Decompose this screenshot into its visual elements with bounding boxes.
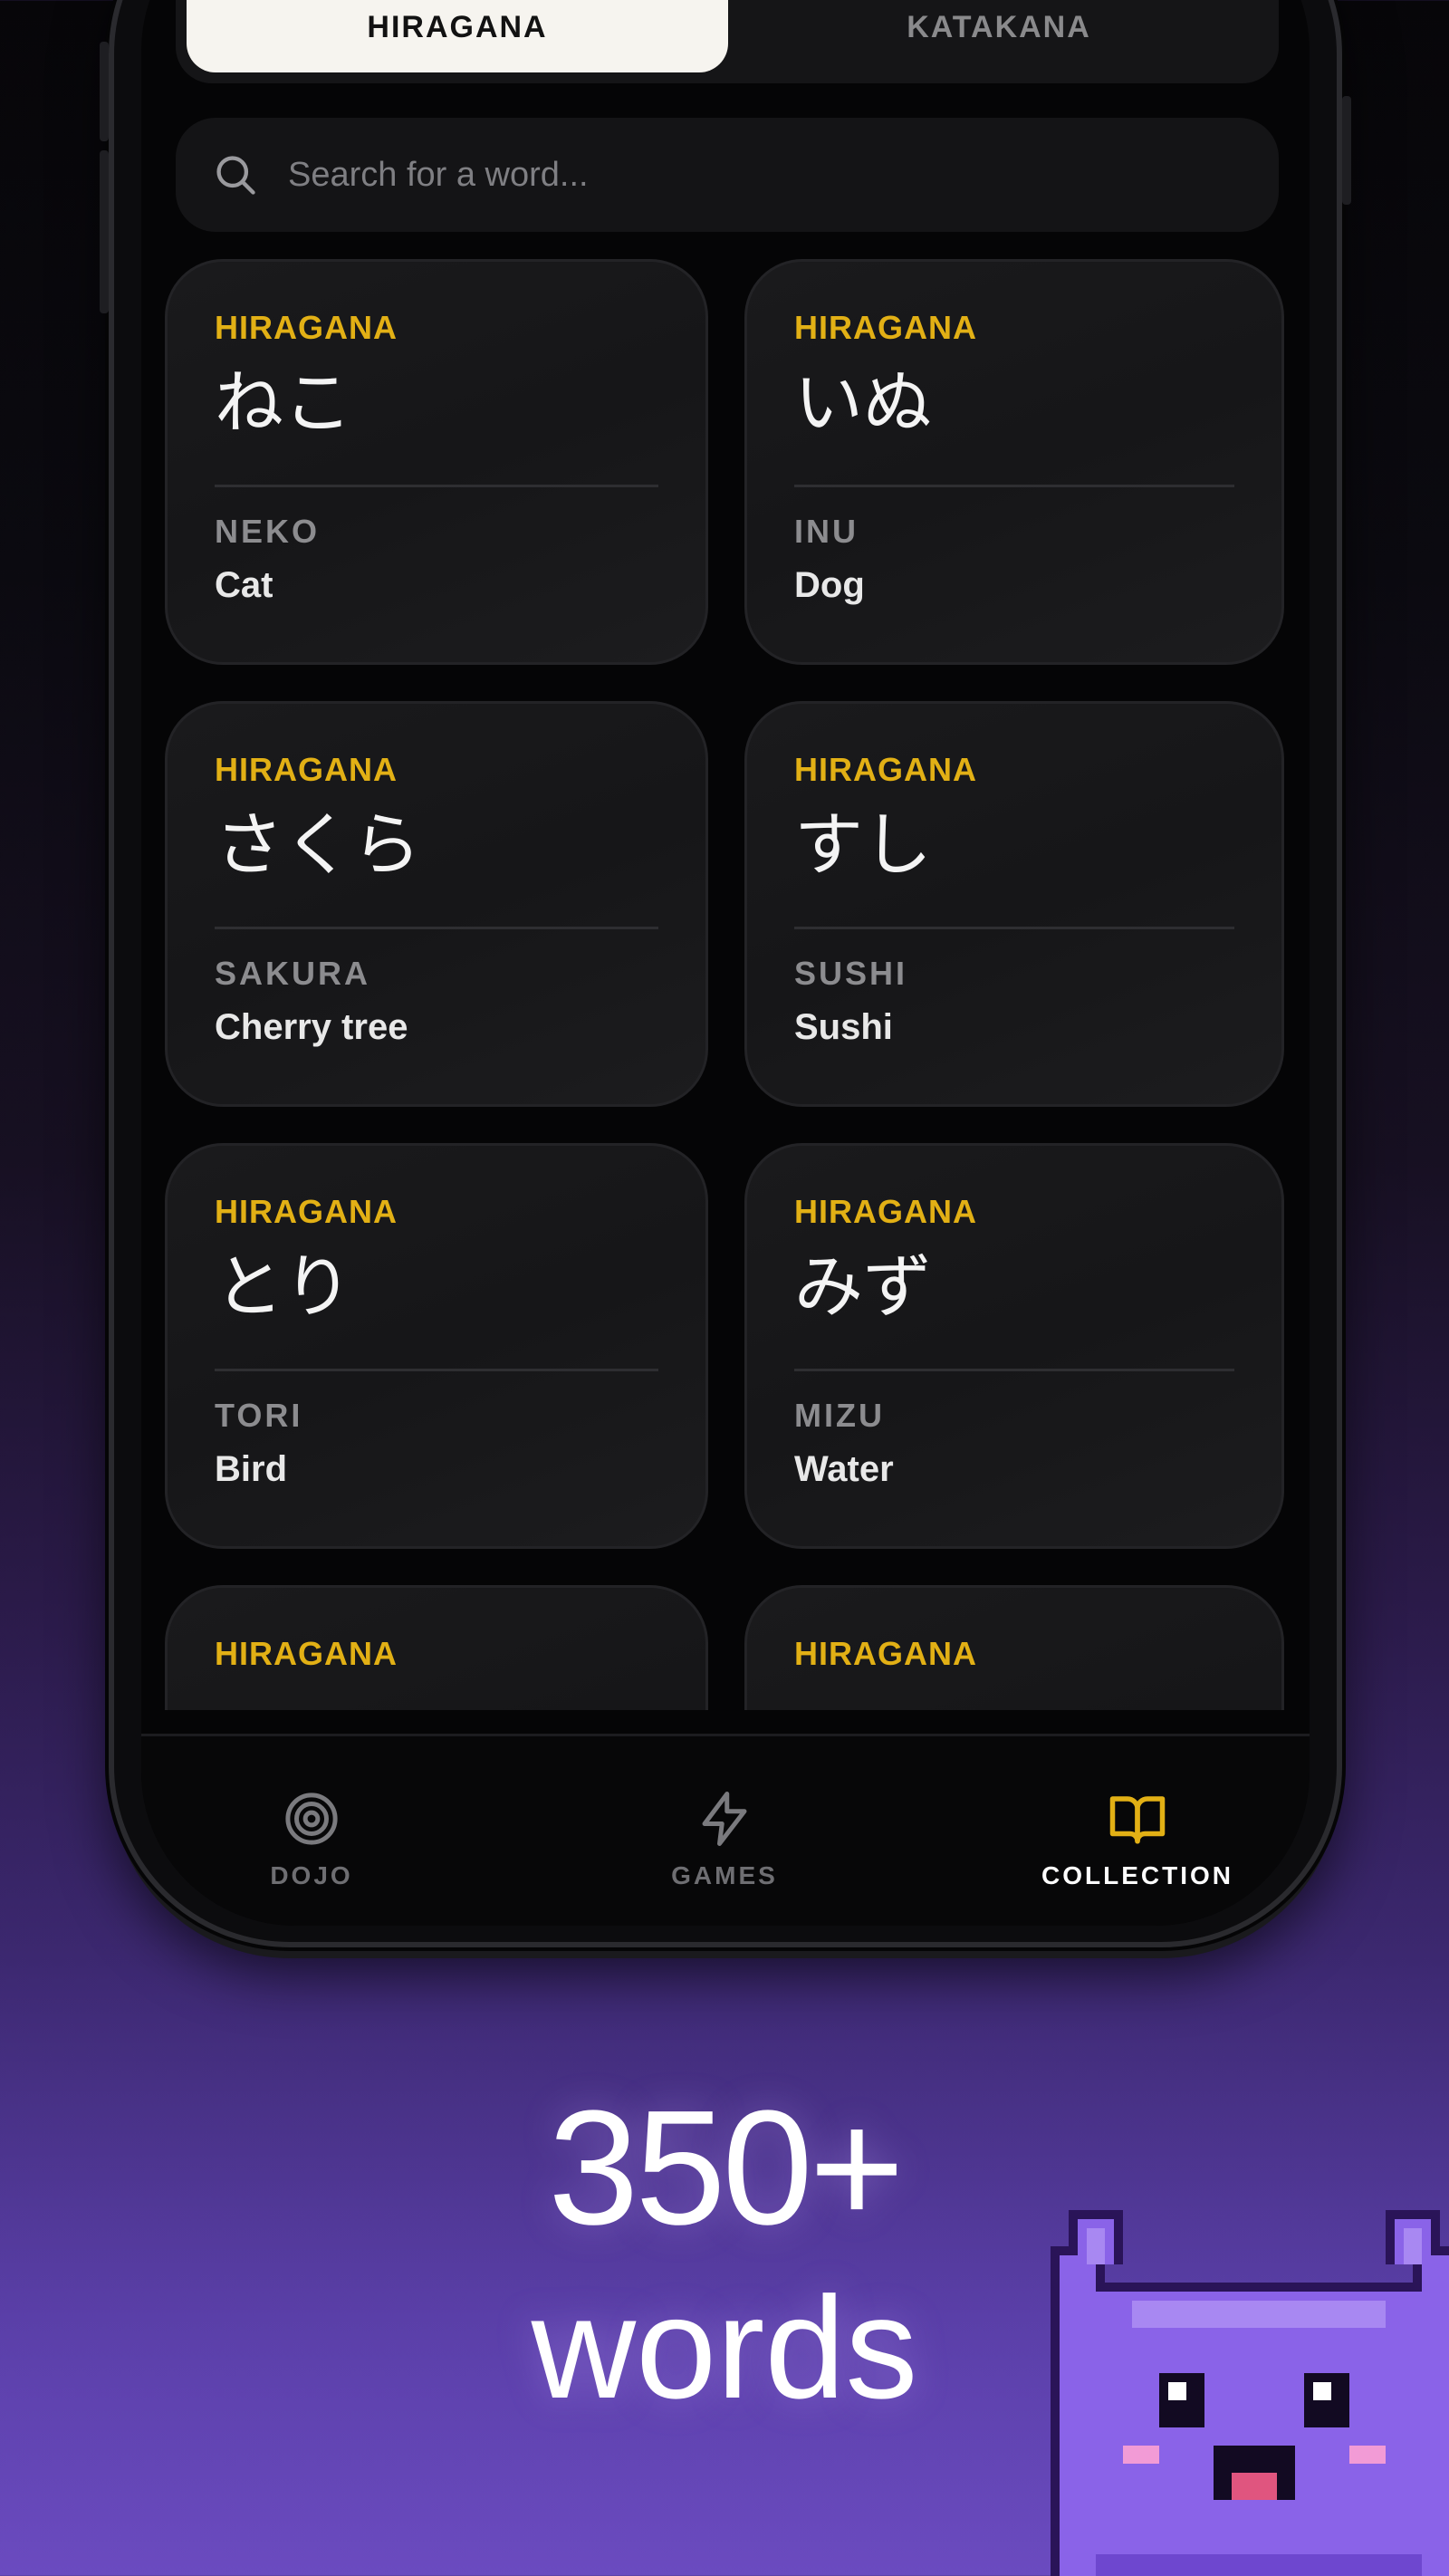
card-script-tag: HIRAGANA [215, 1193, 398, 1230]
search-input[interactable] [288, 155, 1103, 195]
tab-katakana-label: KATAKANA [907, 10, 1091, 44]
mascot-illustration [1051, 2210, 1449, 2576]
card-romaji: SAKURA [215, 955, 371, 992]
card-script-tag: HIRAGANA [215, 1635, 398, 1672]
card-script-tag: HIRAGANA [794, 751, 977, 788]
card-kana: すし [794, 804, 932, 885]
card-kana: とり [215, 1246, 352, 1327]
card-script-tag: HIRAGANA [794, 1193, 977, 1230]
card-romaji: NEKO [215, 513, 321, 550]
card-script-tag: HIRAGANA [794, 309, 977, 346]
book-icon [1109, 1796, 1166, 1844]
card-divider [215, 927, 658, 929]
word-card[interactable]: HIRAGANA [165, 1585, 708, 1710]
card-meaning: Sushi [794, 1007, 893, 1047]
phone-frame: HIRAGANA KATAKANA HIRAGANA ねこ NEKO Cat [100, 0, 1351, 1947]
card-meaning: Dog [794, 565, 865, 605]
nav-label-games: GAMES [671, 1861, 778, 1889]
script-switcher: HIRAGANA KATAKANA [176, 0, 1279, 83]
word-card[interactable]: HIRAGANA [744, 1585, 1284, 1710]
card-kana: さくら [215, 804, 421, 885]
card-meaning: Water [794, 1449, 894, 1489]
nav-item-dojo[interactable]: DOJO [176, 1789, 447, 1890]
nav-item-games[interactable]: GAMES [589, 1789, 860, 1890]
card-kana: いぬ [794, 362, 932, 443]
word-card[interactable]: HIRAGANA さくら SAKURA Cherry tree [165, 701, 708, 1107]
tab-hiragana-label: HIRAGANA [367, 10, 548, 44]
bottom-nav: DOJO GAMES COLLECTION [141, 1734, 1310, 1926]
app-screen: HIRAGANA KATAKANA HIRAGANA ねこ NEKO Cat [141, 0, 1310, 1926]
nav-item-collection[interactable]: COLLECTION [1002, 1789, 1273, 1890]
word-card[interactable]: HIRAGANA とり TORI Bird [165, 1143, 708, 1549]
lightning-icon [702, 1792, 747, 1846]
word-card[interactable]: HIRAGANA いぬ INU Dog [744, 259, 1284, 665]
card-romaji: TORI [215, 1397, 303, 1434]
phone-side-button [100, 42, 109, 141]
nav-label-collection: COLLECTION [1041, 1861, 1233, 1889]
card-meaning: Cat [215, 565, 273, 605]
card-divider [794, 1369, 1234, 1371]
search-bar[interactable] [176, 118, 1279, 232]
card-divider [794, 927, 1234, 929]
card-kana: みず [794, 1246, 932, 1327]
card-divider [215, 485, 658, 487]
card-meaning: Cherry tree [215, 1007, 408, 1047]
word-card[interactable]: HIRAGANA みず MIZU Water [744, 1143, 1284, 1549]
nav-label-dojo: DOJO [270, 1861, 353, 1889]
card-divider [215, 1369, 658, 1371]
card-meaning: Bird [215, 1449, 287, 1489]
card-kana: ねこ [215, 362, 352, 443]
card-romaji: INU [794, 513, 859, 550]
card-script-tag: HIRAGANA [215, 309, 398, 346]
phone-side-button [100, 150, 109, 313]
target-icon [285, 1793, 338, 1845]
word-grid: HIRAGANA ねこ NEKO Cat HIRAGANA いぬ INU Dog… [165, 259, 1284, 1710]
tab-katakana[interactable]: KATAKANA [728, 0, 1270, 72]
phone-side-button [1342, 96, 1351, 205]
tab-hiragana[interactable]: HIRAGANA [187, 0, 728, 72]
card-script-tag: HIRAGANA [215, 751, 398, 788]
word-grid-viewport: HIRAGANA ねこ NEKO Cat HIRAGANA いぬ INU Dog… [141, 259, 1310, 1710]
search-icon [216, 156, 255, 195]
card-romaji: SUSHI [794, 955, 908, 992]
word-card[interactable]: HIRAGANA ねこ NEKO Cat [165, 259, 708, 665]
card-romaji: MIZU [794, 1397, 885, 1434]
card-script-tag: HIRAGANA [794, 1635, 977, 1672]
word-card[interactable]: HIRAGANA すし SUSHI Sushi [744, 701, 1284, 1107]
card-divider [794, 485, 1234, 487]
